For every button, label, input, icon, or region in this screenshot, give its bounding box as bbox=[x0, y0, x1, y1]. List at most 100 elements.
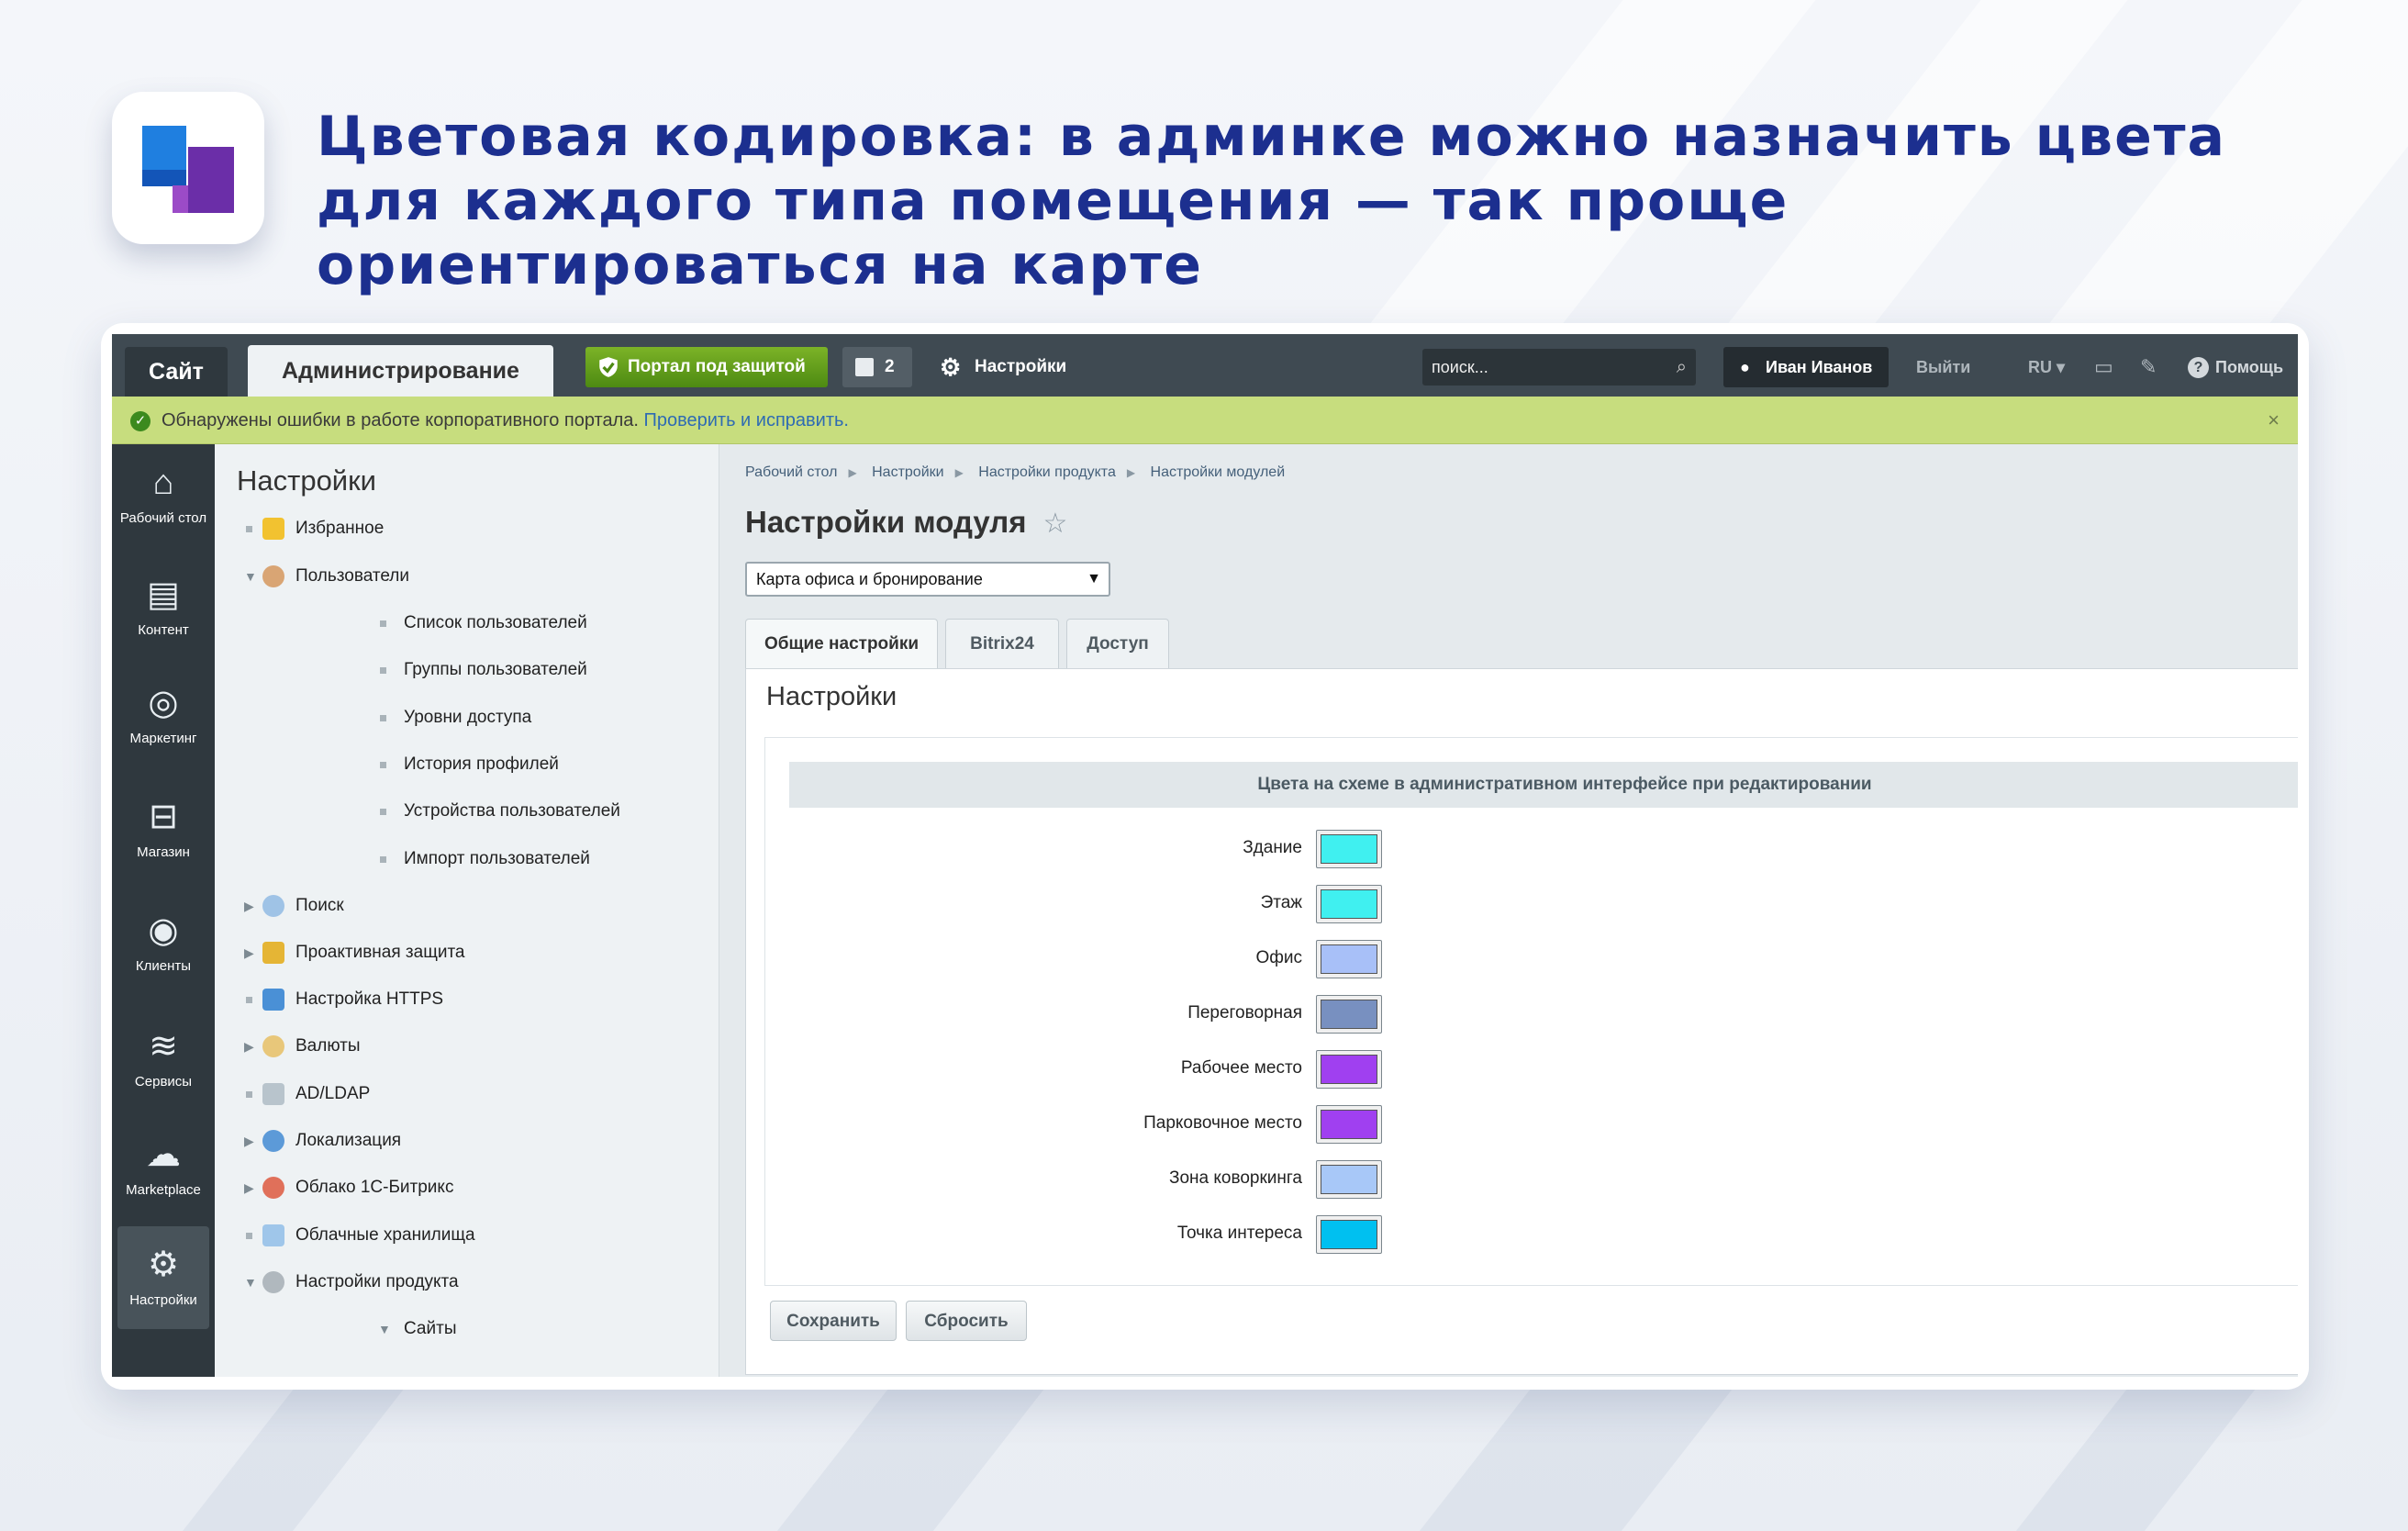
nav-content[interactable]: ▤ Контент bbox=[112, 556, 215, 655]
search-input[interactable]: поиск... ⌕ bbox=[1422, 349, 1696, 386]
save-button[interactable]: Сохранить bbox=[770, 1301, 897, 1341]
document-icon: ▤ bbox=[147, 576, 180, 614]
star-icon[interactable]: ☆ bbox=[1042, 508, 1067, 539]
color-row-meeting-room: Переговорная bbox=[765, 991, 1683, 1041]
color-label: Точка интереса bbox=[1176, 1224, 1302, 1243]
close-icon[interactable]: × bbox=[2268, 397, 2280, 444]
admin-tab[interactable]: Администрирование bbox=[248, 345, 553, 397]
sidebar-item-user-groups[interactable]: Группы пользователей bbox=[380, 654, 587, 687]
nav-services-label: Сервисы bbox=[134, 1074, 193, 1090]
color-picker[interactable] bbox=[1316, 1050, 1382, 1089]
sidebar-item-ldap[interactable]: AD/LDAP bbox=[246, 1078, 370, 1111]
settings-group: Цвета на схеме в административном интерф… bbox=[764, 737, 2298, 1286]
color-swatch bbox=[1321, 889, 1377, 919]
sidebar-item-proactive[interactable]: ▶ Проактивная защита bbox=[244, 936, 465, 969]
language-label: RU bbox=[2028, 358, 2052, 376]
search-icon bbox=[262, 895, 284, 917]
breadcrumb-item[interactable]: Настройки продукта bbox=[978, 464, 1116, 480]
pin-icon[interactable]: ✎ bbox=[2140, 347, 2157, 387]
settings-link[interactable]: ⚙ Настройки bbox=[940, 347, 1066, 387]
notification-icon bbox=[855, 358, 874, 376]
coin-icon bbox=[262, 1035, 284, 1057]
color-picker[interactable] bbox=[1316, 885, 1382, 923]
color-row-coworking: Зона коворкинга bbox=[765, 1157, 1683, 1206]
nav-shop[interactable]: ⊟ Магазин bbox=[112, 778, 215, 877]
module-select[interactable]: Карта офиса и бронирование ▼ bbox=[745, 562, 1110, 597]
gear-icon: ⚙ bbox=[940, 353, 962, 381]
headline: Цветовая кодировка: в админке можно назн… bbox=[317, 105, 2227, 297]
color-picker[interactable] bbox=[1316, 1160, 1382, 1199]
sidebar-item-cloud-bitrix[interactable]: ▶ Облако 1С-Битрикс bbox=[244, 1171, 454, 1204]
user-button[interactable]: ● Иван Иванов bbox=[1723, 347, 1889, 387]
settings-panel: Настройки Цвета на схеме в административ… bbox=[745, 668, 2298, 1375]
sidebar-item-sites[interactable]: ▼ Сайты bbox=[378, 1313, 456, 1346]
sidebar-item-access-levels[interactable]: Уровни доступа bbox=[380, 701, 531, 734]
nav-content-label: Контент bbox=[138, 622, 189, 638]
sidebar-item-favorites[interactable]: Избранное bbox=[246, 512, 384, 545]
sidebar-item-user-list[interactable]: Список пользователей bbox=[380, 607, 587, 640]
admin-app: Сайт Администрирование Портал под защито… bbox=[112, 334, 2298, 1377]
color-swatch bbox=[1321, 1110, 1377, 1139]
cloud-download-icon: ☁ bbox=[146, 1135, 181, 1174]
color-picker[interactable] bbox=[1316, 1105, 1382, 1144]
sidebar-item-https[interactable]: Настройка HTTPS bbox=[246, 983, 443, 1016]
alert-message: Обнаружены ошибки в работе корпоративног… bbox=[162, 410, 639, 430]
sidebar-item-users[interactable]: ▼ Пользователи bbox=[244, 560, 409, 593]
nav-desktop[interactable]: ⌂ Рабочий стол bbox=[112, 444, 215, 543]
sidebar-item-user-devices[interactable]: Устройства пользователей bbox=[380, 795, 620, 828]
portal-protected-button[interactable]: Портал под защитой bbox=[585, 347, 828, 387]
sidebar-item-user-import[interactable]: Импорт пользователей bbox=[380, 843, 590, 876]
nav-marketplace[interactable]: ☁ Marketplace bbox=[112, 1116, 215, 1215]
color-picker[interactable] bbox=[1316, 995, 1382, 1034]
tab-bitrix24[interactable]: Bitrix24 bbox=[945, 619, 1059, 668]
color-picker[interactable] bbox=[1316, 940, 1382, 978]
color-picker[interactable] bbox=[1316, 1215, 1382, 1254]
tab-access[interactable]: Доступ bbox=[1066, 619, 1169, 668]
sidebar-item-label: Локализация bbox=[295, 1131, 402, 1150]
globe-icon bbox=[262, 1130, 284, 1152]
gear-icon bbox=[262, 1271, 284, 1293]
sidebar-item-label: Группы пользователей bbox=[404, 660, 587, 679]
sidebar-item-label: Облако 1С-Битрикс bbox=[295, 1178, 454, 1197]
nav-clients[interactable]: ◉ Клиенты bbox=[112, 892, 215, 991]
breadcrumb-item[interactable]: Настройки bbox=[872, 464, 943, 480]
sidebar-item-currencies[interactable]: ▶ Валюты bbox=[244, 1030, 361, 1063]
color-swatch bbox=[1321, 834, 1377, 864]
user-name: Иван Иванов bbox=[1766, 358, 1873, 376]
help-label: Помощь bbox=[2215, 358, 2284, 376]
color-label: Офис bbox=[1255, 948, 1302, 967]
help-link[interactable]: ? Помощь bbox=[2188, 347, 2283, 387]
logout-link[interactable]: Выйти bbox=[1916, 347, 1970, 387]
nav-marketing[interactable]: ◎ Маркетинг bbox=[112, 665, 215, 764]
breadcrumb-item[interactable]: Рабочий стол bbox=[745, 464, 837, 480]
panel-title: Настройки bbox=[766, 682, 897, 711]
tab-general[interactable]: Общие настройки bbox=[745, 619, 938, 668]
storage-icon bbox=[262, 1224, 284, 1246]
color-row-parking: Парковочное место bbox=[765, 1101, 1683, 1151]
search-icon[interactable]: ⌕ bbox=[1677, 349, 1687, 386]
user-icon bbox=[262, 565, 284, 587]
breadcrumb-item[interactable]: Настройки модулей bbox=[1151, 464, 1286, 480]
alert-fix-link[interactable]: Проверить и исправить. bbox=[643, 410, 849, 430]
https-lock-icon bbox=[262, 989, 284, 1011]
nav-shop-label: Магазин bbox=[137, 844, 190, 860]
sidebar-item-localization[interactable]: ▶ Локализация bbox=[244, 1124, 402, 1157]
sidebar-item-label: Валюты bbox=[295, 1036, 361, 1056]
sidebar-title: Настройки bbox=[237, 464, 377, 497]
site-tab[interactable]: Сайт bbox=[125, 347, 228, 397]
sidebar-item-search[interactable]: ▶ Поиск bbox=[244, 889, 344, 922]
color-label: Переговорная bbox=[1187, 1003, 1302, 1023]
nav-settings[interactable]: ⚙ Настройки bbox=[117, 1226, 209, 1329]
top-bar: Сайт Администрирование Портал под защито… bbox=[112, 334, 2298, 397]
reset-button[interactable]: Сбросить bbox=[906, 1301, 1027, 1341]
sidebar-item-profile-history[interactable]: История профилей bbox=[380, 748, 559, 781]
nav-services[interactable]: ≋ Сервисы bbox=[112, 1008, 215, 1107]
panel-icon[interactable]: ▭ bbox=[2094, 347, 2113, 387]
sidebar-item-product-settings[interactable]: ▼ Настройки продукта bbox=[244, 1266, 459, 1299]
main-content: Рабочий стол ▶ Настройки ▶ Настройки проду… bbox=[719, 444, 2298, 1377]
language-select[interactable]: RU ▾ bbox=[2028, 347, 2065, 387]
color-picker[interactable] bbox=[1316, 830, 1382, 868]
color-row-office: Офис bbox=[765, 936, 1683, 986]
notifications-button[interactable]: 2 bbox=[842, 347, 912, 387]
sidebar-item-cloud-storage[interactable]: Облачные хранилища bbox=[246, 1219, 475, 1252]
